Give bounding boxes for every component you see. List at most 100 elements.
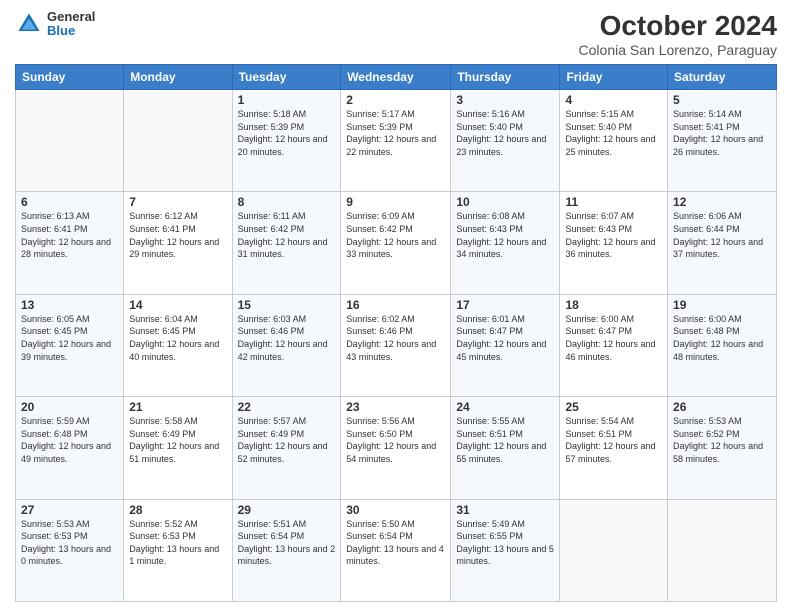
day-info: Sunrise: 5:57 AMSunset: 6:49 PMDaylight:… — [238, 415, 336, 465]
day-number: 24 — [456, 400, 554, 414]
day-number: 27 — [21, 503, 118, 517]
calendar-cell: 2Sunrise: 5:17 AMSunset: 5:39 PMDaylight… — [341, 90, 451, 192]
calendar-cell: 31Sunrise: 5:49 AMSunset: 6:55 PMDayligh… — [451, 499, 560, 601]
calendar-cell: 24Sunrise: 5:55 AMSunset: 6:51 PMDayligh… — [451, 397, 560, 499]
logo: General Blue — [15, 10, 95, 39]
calendar-cell: 30Sunrise: 5:50 AMSunset: 6:54 PMDayligh… — [341, 499, 451, 601]
day-number: 14 — [129, 298, 226, 312]
calendar-week-2: 13Sunrise: 6:05 AMSunset: 6:45 PMDayligh… — [16, 294, 777, 396]
day-number: 8 — [238, 195, 336, 209]
calendar-table: SundayMondayTuesdayWednesdayThursdayFrid… — [15, 64, 777, 602]
day-info: Sunrise: 5:14 AMSunset: 5:41 PMDaylight:… — [673, 108, 771, 158]
calendar-cell: 16Sunrise: 6:02 AMSunset: 6:46 PMDayligh… — [341, 294, 451, 396]
day-number: 12 — [673, 195, 771, 209]
day-number: 11 — [565, 195, 662, 209]
day-info: Sunrise: 6:13 AMSunset: 6:41 PMDaylight:… — [21, 210, 118, 260]
calendar-cell: 4Sunrise: 5:15 AMSunset: 5:40 PMDaylight… — [560, 90, 668, 192]
calendar-cell: 15Sunrise: 6:03 AMSunset: 6:46 PMDayligh… — [232, 294, 341, 396]
calendar-header-friday: Friday — [560, 65, 668, 90]
day-info: Sunrise: 5:59 AMSunset: 6:48 PMDaylight:… — [21, 415, 118, 465]
day-info: Sunrise: 5:58 AMSunset: 6:49 PMDaylight:… — [129, 415, 226, 465]
calendar-cell: 28Sunrise: 5:52 AMSunset: 6:53 PMDayligh… — [124, 499, 232, 601]
calendar-cell: 25Sunrise: 5:54 AMSunset: 6:51 PMDayligh… — [560, 397, 668, 499]
month-title: October 2024 — [579, 10, 777, 42]
calendar-cell: 19Sunrise: 6:00 AMSunset: 6:48 PMDayligh… — [668, 294, 777, 396]
day-info: Sunrise: 6:12 AMSunset: 6:41 PMDaylight:… — [129, 210, 226, 260]
day-number: 26 — [673, 400, 771, 414]
day-info: Sunrise: 5:17 AMSunset: 5:39 PMDaylight:… — [346, 108, 445, 158]
day-number: 9 — [346, 195, 445, 209]
calendar-header-sunday: Sunday — [16, 65, 124, 90]
calendar-header-saturday: Saturday — [668, 65, 777, 90]
day-number: 19 — [673, 298, 771, 312]
day-info: Sunrise: 6:07 AMSunset: 6:43 PMDaylight:… — [565, 210, 662, 260]
calendar-cell: 1Sunrise: 5:18 AMSunset: 5:39 PMDaylight… — [232, 90, 341, 192]
day-number: 7 — [129, 195, 226, 209]
day-info: Sunrise: 6:02 AMSunset: 6:46 PMDaylight:… — [346, 313, 445, 363]
calendar-cell: 21Sunrise: 5:58 AMSunset: 6:49 PMDayligh… — [124, 397, 232, 499]
day-number: 1 — [238, 93, 336, 107]
day-number: 30 — [346, 503, 445, 517]
calendar-header-row: SundayMondayTuesdayWednesdayThursdayFrid… — [16, 65, 777, 90]
calendar-cell: 7Sunrise: 6:12 AMSunset: 6:41 PMDaylight… — [124, 192, 232, 294]
logo-general-text: General — [47, 10, 95, 24]
day-info: Sunrise: 5:51 AMSunset: 6:54 PMDaylight:… — [238, 518, 336, 568]
calendar-cell: 17Sunrise: 6:01 AMSunset: 6:47 PMDayligh… — [451, 294, 560, 396]
calendar-cell: 5Sunrise: 5:14 AMSunset: 5:41 PMDaylight… — [668, 90, 777, 192]
day-number: 13 — [21, 298, 118, 312]
calendar-cell — [124, 90, 232, 192]
day-info: Sunrise: 5:53 AMSunset: 6:53 PMDaylight:… — [21, 518, 118, 568]
day-number: 15 — [238, 298, 336, 312]
day-info: Sunrise: 6:00 AMSunset: 6:47 PMDaylight:… — [565, 313, 662, 363]
calendar-cell — [668, 499, 777, 601]
day-number: 29 — [238, 503, 336, 517]
calendar-week-3: 20Sunrise: 5:59 AMSunset: 6:48 PMDayligh… — [16, 397, 777, 499]
calendar-header-monday: Monday — [124, 65, 232, 90]
calendar-cell: 14Sunrise: 6:04 AMSunset: 6:45 PMDayligh… — [124, 294, 232, 396]
day-info: Sunrise: 5:18 AMSunset: 5:39 PMDaylight:… — [238, 108, 336, 158]
calendar-week-1: 6Sunrise: 6:13 AMSunset: 6:41 PMDaylight… — [16, 192, 777, 294]
calendar-header-thursday: Thursday — [451, 65, 560, 90]
calendar-header-wednesday: Wednesday — [341, 65, 451, 90]
calendar-cell: 12Sunrise: 6:06 AMSunset: 6:44 PMDayligh… — [668, 192, 777, 294]
day-info: Sunrise: 5:56 AMSunset: 6:50 PMDaylight:… — [346, 415, 445, 465]
calendar-cell: 3Sunrise: 5:16 AMSunset: 5:40 PMDaylight… — [451, 90, 560, 192]
calendar-cell: 6Sunrise: 6:13 AMSunset: 6:41 PMDaylight… — [16, 192, 124, 294]
calendar-week-0: 1Sunrise: 5:18 AMSunset: 5:39 PMDaylight… — [16, 90, 777, 192]
day-info: Sunrise: 5:55 AMSunset: 6:51 PMDaylight:… — [456, 415, 554, 465]
calendar-cell: 23Sunrise: 5:56 AMSunset: 6:50 PMDayligh… — [341, 397, 451, 499]
logo-icon — [15, 10, 43, 38]
day-info: Sunrise: 6:08 AMSunset: 6:43 PMDaylight:… — [456, 210, 554, 260]
day-number: 28 — [129, 503, 226, 517]
calendar-cell: 8Sunrise: 6:11 AMSunset: 6:42 PMDaylight… — [232, 192, 341, 294]
day-info: Sunrise: 6:04 AMSunset: 6:45 PMDaylight:… — [129, 313, 226, 363]
calendar-cell: 29Sunrise: 5:51 AMSunset: 6:54 PMDayligh… — [232, 499, 341, 601]
page: General Blue October 2024 Colonia San Lo… — [0, 0, 792, 612]
day-info: Sunrise: 5:50 AMSunset: 6:54 PMDaylight:… — [346, 518, 445, 568]
calendar-header-tuesday: Tuesday — [232, 65, 341, 90]
day-number: 21 — [129, 400, 226, 414]
day-number: 3 — [456, 93, 554, 107]
day-info: Sunrise: 5:54 AMSunset: 6:51 PMDaylight:… — [565, 415, 662, 465]
calendar-cell: 11Sunrise: 6:07 AMSunset: 6:43 PMDayligh… — [560, 192, 668, 294]
day-info: Sunrise: 6:05 AMSunset: 6:45 PMDaylight:… — [21, 313, 118, 363]
day-number: 5 — [673, 93, 771, 107]
logo-blue-text: Blue — [47, 24, 95, 38]
day-number: 18 — [565, 298, 662, 312]
day-info: Sunrise: 6:03 AMSunset: 6:46 PMDaylight:… — [238, 313, 336, 363]
location: Colonia San Lorenzo, Paraguay — [579, 42, 777, 58]
day-number: 2 — [346, 93, 445, 107]
calendar-cell — [560, 499, 668, 601]
calendar-cell: 20Sunrise: 5:59 AMSunset: 6:48 PMDayligh… — [16, 397, 124, 499]
day-info: Sunrise: 5:16 AMSunset: 5:40 PMDaylight:… — [456, 108, 554, 158]
day-number: 17 — [456, 298, 554, 312]
day-number: 6 — [21, 195, 118, 209]
calendar-cell: 10Sunrise: 6:08 AMSunset: 6:43 PMDayligh… — [451, 192, 560, 294]
day-info: Sunrise: 5:49 AMSunset: 6:55 PMDaylight:… — [456, 518, 554, 568]
day-info: Sunrise: 5:15 AMSunset: 5:40 PMDaylight:… — [565, 108, 662, 158]
calendar-cell — [16, 90, 124, 192]
calendar-cell: 9Sunrise: 6:09 AMSunset: 6:42 PMDaylight… — [341, 192, 451, 294]
calendar-week-4: 27Sunrise: 5:53 AMSunset: 6:53 PMDayligh… — [16, 499, 777, 601]
day-info: Sunrise: 6:09 AMSunset: 6:42 PMDaylight:… — [346, 210, 445, 260]
day-number: 23 — [346, 400, 445, 414]
